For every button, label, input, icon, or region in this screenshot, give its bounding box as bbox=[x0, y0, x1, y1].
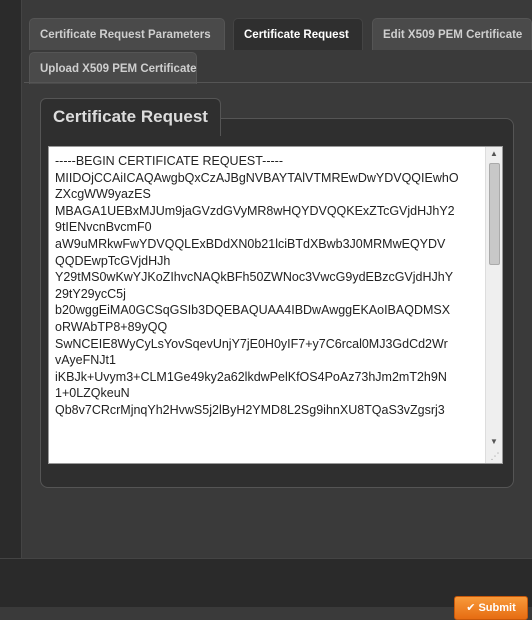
tab-edit-x509-pem-certificate[interactable]: Edit X509 PEM Certificate bbox=[372, 18, 532, 50]
tab-certificate-request[interactable]: Certificate Request bbox=[233, 18, 363, 50]
resize-grip-icon[interactable]: ⋰ bbox=[489, 450, 501, 462]
textarea-scrollbar[interactable]: ▲ ▼ bbox=[485, 147, 502, 463]
scroll-down-arrow-icon[interactable]: ▼ bbox=[486, 435, 502, 449]
scrollbar-thumb[interactable] bbox=[489, 163, 500, 265]
tab-certificate-request-parameters[interactable]: Certificate Request Parameters bbox=[29, 18, 225, 50]
footer-bar bbox=[0, 558, 532, 607]
tab-upload-x509-pem-certificate[interactable]: Upload X509 PEM Certificate bbox=[29, 52, 197, 84]
certificate-request-text: -----BEGIN CERTIFICATE REQUEST----- MIID… bbox=[55, 154, 459, 417]
checkmark-icon: ✔ bbox=[466, 602, 476, 614]
submit-button[interactable]: ✔ Submit bbox=[454, 596, 528, 620]
certificate-request-textarea[interactable]: -----BEGIN CERTIFICATE REQUEST----- MIID… bbox=[48, 146, 503, 464]
submit-label: Submit bbox=[478, 602, 516, 614]
scroll-up-arrow-icon[interactable]: ▲ bbox=[486, 147, 502, 161]
tab-bar-divider bbox=[24, 82, 532, 83]
section-title: Certificate Request bbox=[40, 98, 221, 136]
